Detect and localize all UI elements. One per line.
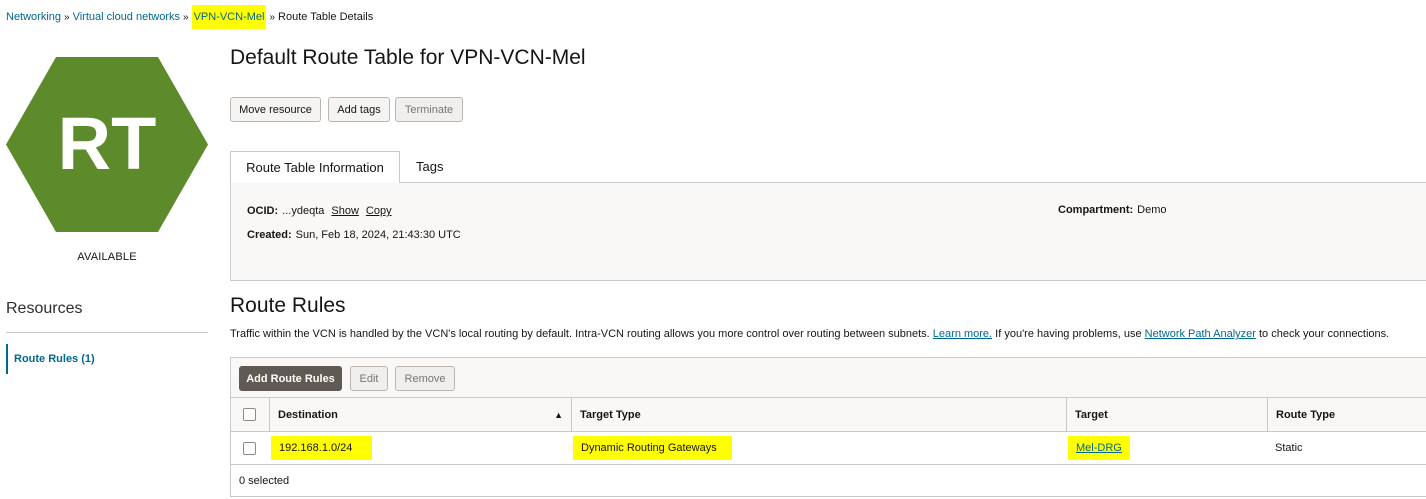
hexagon-icon: RT [6, 57, 208, 232]
add-route-rules-button[interactable]: Add Route Rules [239, 366, 342, 391]
tab-route-table-information[interactable]: Route Table Information [230, 151, 400, 183]
target-type-cell: Dynamic Routing Gateways [571, 432, 1066, 464]
target-cell: Mel-DRG [1066, 432, 1267, 464]
network-path-analyzer-link[interactable]: Network Path Analyzer [1145, 328, 1256, 340]
table-row: 192.168.1.0/24 Dynamic Routing Gateways … [231, 432, 1426, 465]
route-type-value: Static [1275, 442, 1303, 454]
select-all-checkbox[interactable] [243, 408, 256, 421]
description-text: If you're having problems, use [995, 328, 1142, 340]
route-rules-description: Traffic within the VCN is handled by the… [230, 328, 1389, 340]
column-destination-label: Destination [278, 408, 338, 421]
status-label: AVAILABLE [77, 251, 137, 263]
page-title: Default Route Table for VPN-VCN-Mel [230, 46, 586, 69]
compartment-label: Compartment: [1058, 204, 1134, 216]
terminate-button[interactable]: Terminate [395, 97, 463, 122]
breadcrumb-separator: » [183, 11, 189, 23]
column-target-type[interactable]: Target Type [571, 398, 1066, 431]
created-label: Created: [247, 229, 292, 241]
target-type-value: Dynamic Routing Gateways [573, 436, 732, 460]
selection-count: 0 selected [239, 475, 290, 487]
breadcrumb-networking[interactable]: Networking [6, 11, 61, 23]
table-header: Destination ▲ Target Type Target Route T… [231, 398, 1426, 432]
divider [6, 332, 208, 333]
add-tags-button[interactable]: Add tags [328, 97, 390, 122]
badge-text: RT [58, 102, 157, 185]
description-text: Traffic within the VCN is handled by the… [230, 328, 930, 340]
description-text: to check your connections. [1258, 328, 1390, 340]
resources-title: Resources [6, 300, 83, 317]
row-select-cell [231, 432, 269, 464]
edit-button[interactable]: Edit [350, 366, 388, 391]
move-resource-button[interactable]: Move resource [230, 97, 321, 122]
destination-cell: 192.168.1.0/24 [269, 432, 571, 464]
row-checkbox[interactable] [243, 441, 256, 455]
select-all-cell [231, 398, 269, 431]
column-destination[interactable]: Destination ▲ [269, 398, 571, 431]
ocid-label: OCID: [247, 205, 279, 217]
resources-item-route-rules[interactable]: Route Rules (1) [6, 344, 208, 374]
breadcrumb-separator: » [269, 11, 276, 23]
target-link[interactable]: Mel-DRG [1076, 442, 1122, 454]
breadcrumb-current: Route Table Details [278, 11, 374, 23]
info-panel: OCID: ...ydeqta Show Copy Created: Sun, … [230, 182, 1426, 281]
destination-value: 192.168.1.0/24 [271, 436, 373, 460]
created-value: Sun, Feb 18, 2024, 21:43:30 UTC [295, 229, 461, 241]
created-row: Created: Sun, Feb 18, 2024, 21:43:30 UTC [247, 229, 461, 241]
ocid-row: OCID: ...ydeqta Show Copy [247, 205, 392, 217]
compartment-value: Demo [1137, 204, 1167, 216]
ocid-value: ...ydeqta [282, 205, 325, 217]
resource-badge: RT [6, 57, 208, 232]
compartment-row: Compartment: Demo [1058, 204, 1167, 216]
route-rules-title: Route Rules [230, 294, 346, 317]
breadcrumb-vcn[interactable]: VPN-VCN-Mel [191, 5, 267, 29]
learn-more-link[interactable]: Learn more. [933, 328, 992, 340]
show-ocid-link[interactable]: Show [331, 205, 359, 217]
breadcrumb-separator: » [64, 11, 70, 23]
breadcrumb-vcns[interactable]: Virtual cloud networks [73, 11, 180, 23]
column-target[interactable]: Target [1066, 398, 1267, 431]
remove-button[interactable]: Remove [395, 366, 455, 391]
tab-tags[interactable]: Tags [416, 151, 443, 181]
route-rules-table: Add Route Rules Edit Remove Destination … [230, 357, 1426, 497]
breadcrumb: Networking » Virtual cloud networks » VP… [6, 4, 373, 30]
table-toolbar: Add Route Rules Edit Remove [231, 358, 1426, 398]
column-route-type[interactable]: Route Type [1267, 398, 1426, 431]
copy-ocid-link[interactable]: Copy [366, 205, 392, 217]
sort-ascending-icon[interactable]: ▲ [554, 410, 563, 420]
